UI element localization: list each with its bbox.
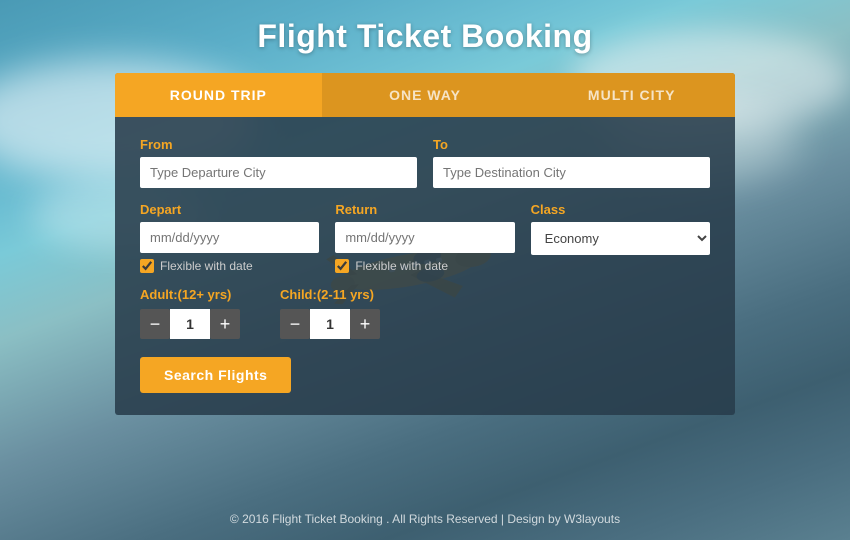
- tab-bar: ROUND TRIP ONE WAY MULTI CITY: [115, 73, 735, 117]
- footer-text: © 2016 Flight Ticket Booking . All Right…: [0, 512, 850, 526]
- adult-increment-button[interactable]: +: [210, 309, 240, 339]
- depart-field: Depart Flexible with date: [140, 202, 319, 273]
- child-controls: − 1 +: [280, 309, 380, 339]
- depart-flexible-label: Flexible with date: [160, 259, 253, 273]
- from-to-row: From To: [140, 137, 710, 188]
- adult-label: Adult:(12+ yrs): [140, 287, 240, 302]
- return-flexible-label: Flexible with date: [355, 259, 448, 273]
- search-flights-button[interactable]: Search Flights: [140, 357, 291, 393]
- adult-decrement-button[interactable]: −: [140, 309, 170, 339]
- depart-flexible-check: Flexible with date: [140, 259, 319, 273]
- tab-one-way[interactable]: ONE WAY: [322, 73, 529, 117]
- depart-label: Depart: [140, 202, 319, 217]
- child-decrement-button[interactable]: −: [280, 309, 310, 339]
- tab-round-trip[interactable]: ROUND TRIP: [115, 73, 322, 117]
- child-value: 1: [310, 309, 350, 339]
- return-label: Return: [335, 202, 514, 217]
- class-select[interactable]: Economy Business First Class: [531, 222, 710, 255]
- return-input[interactable]: [335, 222, 514, 253]
- class-label: Class: [531, 202, 710, 217]
- depart-flexible-checkbox[interactable]: [140, 259, 154, 273]
- child-label: Child:(2-11 yrs): [280, 287, 380, 302]
- return-flexible-check: Flexible with date: [335, 259, 514, 273]
- page-title: Flight Ticket Booking: [257, 18, 592, 55]
- adult-counter: Adult:(12+ yrs) − 1 +: [140, 287, 240, 339]
- date-class-row: Depart Flexible with date Return Flexibl…: [140, 202, 710, 273]
- to-label: To: [433, 137, 710, 152]
- main-content: Flight Ticket Booking ROUND TRIP ONE WAY…: [0, 0, 850, 415]
- from-label: From: [140, 137, 417, 152]
- booking-card: ROUND TRIP ONE WAY MULTI CITY From To: [115, 73, 735, 415]
- child-counter: Child:(2-11 yrs) − 1 +: [280, 287, 380, 339]
- depart-input[interactable]: [140, 222, 319, 253]
- tab-multi-city[interactable]: MULTI CITY: [528, 73, 735, 117]
- class-field: Class Economy Business First Class: [531, 202, 710, 273]
- return-flexible-checkbox[interactable]: [335, 259, 349, 273]
- to-field: To: [433, 137, 710, 188]
- child-increment-button[interactable]: +: [350, 309, 380, 339]
- from-field: From: [140, 137, 417, 188]
- passenger-row: Adult:(12+ yrs) − 1 + Child:(2-11 yrs) −…: [140, 287, 710, 339]
- booking-form: From To Depart Flexible with date: [115, 117, 735, 415]
- return-field: Return Flexible with date: [335, 202, 514, 273]
- to-input[interactable]: [433, 157, 710, 188]
- adult-value: 1: [170, 309, 210, 339]
- from-input[interactable]: [140, 157, 417, 188]
- adult-controls: − 1 +: [140, 309, 240, 339]
